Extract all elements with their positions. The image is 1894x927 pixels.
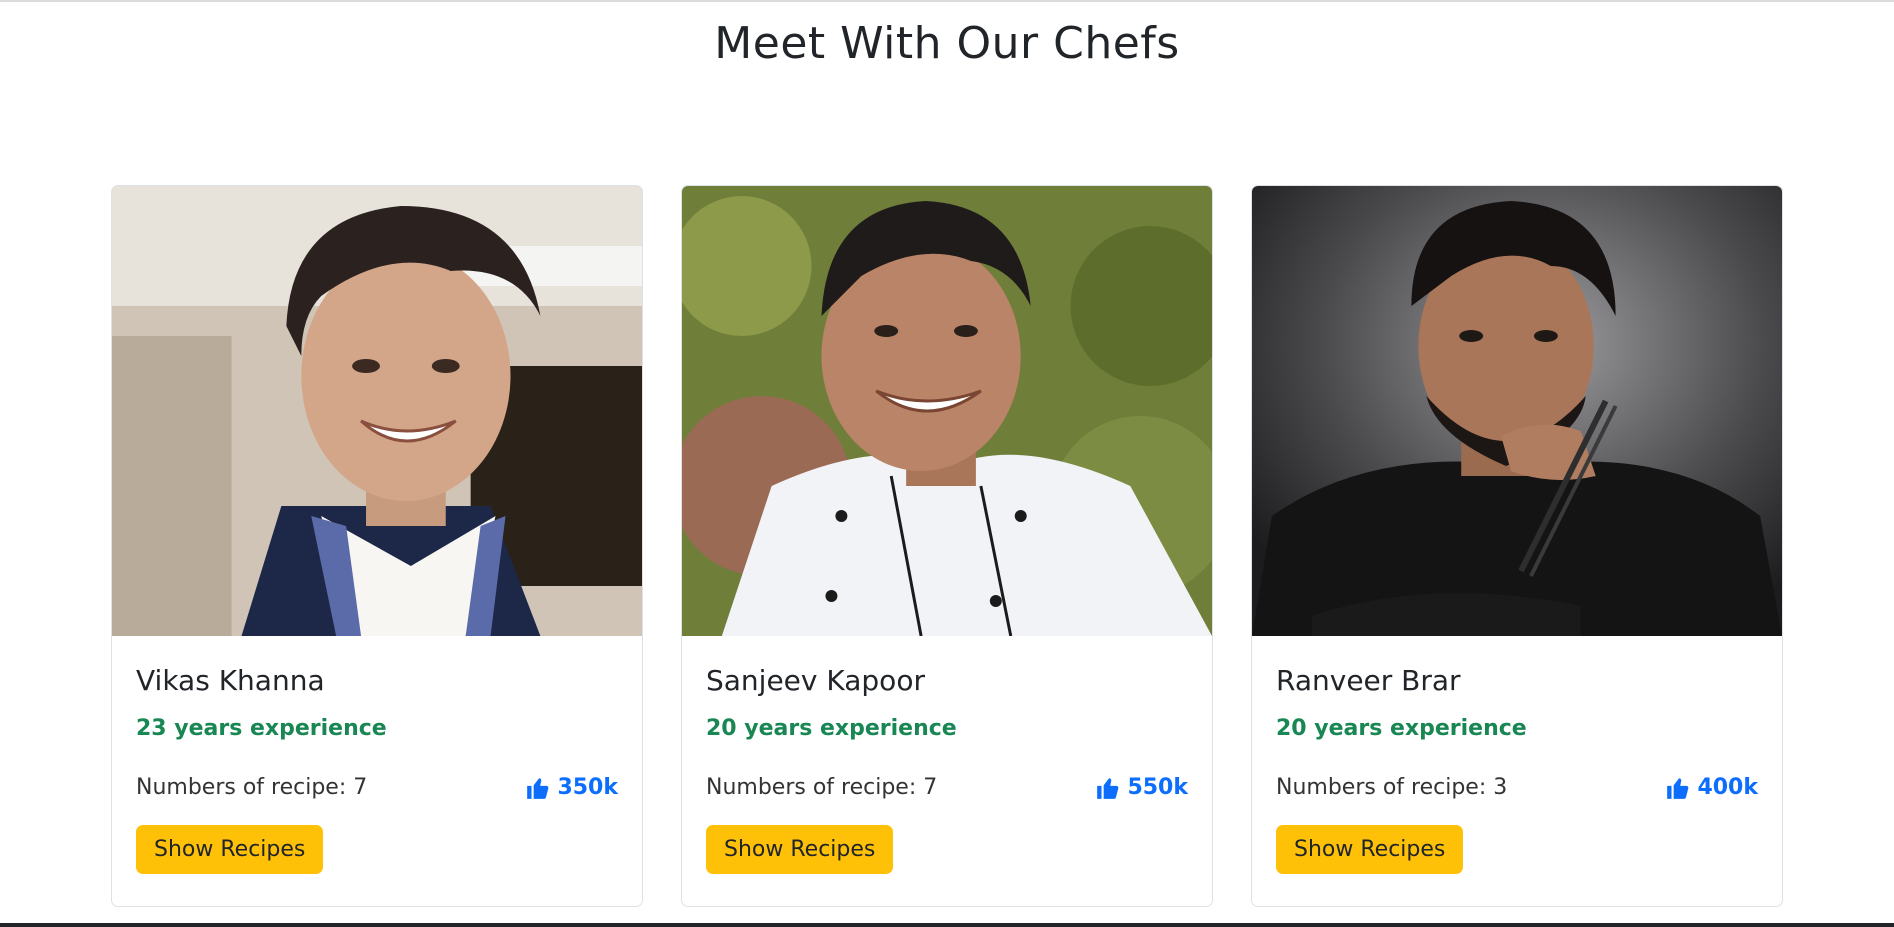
recipe-count: Numbers of recipe: 7	[706, 775, 938, 801]
card-meta-row: Numbers of recipe: 7 550k	[706, 775, 1188, 801]
card-meta-row: Numbers of recipe: 3 400k	[1276, 775, 1758, 801]
thumbs-up-icon	[527, 777, 549, 799]
recipe-count: Numbers of recipe: 3	[1276, 775, 1508, 801]
chef-cards: Vikas Khanna 23 years experience Numbers…	[111, 185, 1783, 907]
likes-count: 400k	[1697, 775, 1758, 801]
card-meta-row: Numbers of recipe: 7 350k	[136, 775, 618, 801]
likes-counter: 550k	[1095, 775, 1188, 801]
chef-experience: 20 years experience	[706, 715, 957, 741]
chef-photo	[682, 186, 1212, 636]
top-divider	[0, 0, 1894, 2]
section-title: Meet With Our Chefs	[714, 18, 1180, 69]
likes-counter: 350k	[525, 775, 618, 801]
chef-card: Sanjeev Kapoor 20 years experience Numbe…	[681, 185, 1213, 907]
thumbs-up-icon	[1097, 777, 1119, 799]
likes-count: 350k	[557, 775, 618, 801]
likes-counter: 400k	[1665, 775, 1758, 801]
chef-experience: 20 years experience	[1276, 715, 1527, 741]
chef-photo	[112, 186, 642, 636]
chefs-page: Meet With Our Chefs Vikas Khanna 23 year…	[0, 0, 1894, 927]
chef-name: Sanjeev Kapoor	[706, 664, 925, 697]
show-recipes-button[interactable]: Show Recipes	[136, 824, 324, 874]
chef-name: Vikas Khanna	[136, 664, 325, 697]
show-recipes-button[interactable]: Show Recipes	[706, 824, 894, 874]
recipe-count: Numbers of recipe: 7	[136, 775, 368, 801]
chef-experience: 23 years experience	[136, 715, 387, 741]
chef-name: Ranveer Brar	[1276, 664, 1461, 697]
chef-card: Ranveer Brar 20 years experience Numbers…	[1251, 185, 1783, 907]
show-recipes-button[interactable]: Show Recipes	[1276, 824, 1464, 874]
thumbs-up-icon	[1667, 777, 1689, 799]
likes-count: 550k	[1127, 775, 1188, 801]
chef-card: Vikas Khanna 23 years experience Numbers…	[111, 185, 643, 907]
chef-photo	[1252, 186, 1782, 636]
bottom-divider	[0, 923, 1894, 927]
